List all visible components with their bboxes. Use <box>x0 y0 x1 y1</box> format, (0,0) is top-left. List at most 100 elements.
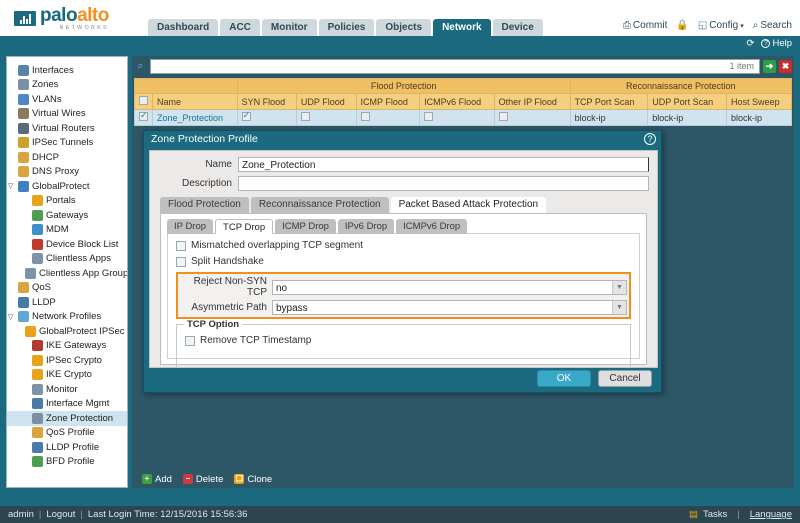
help-label: Help <box>772 38 792 49</box>
checkbox-mismatched-overlapping-tcp-segment[interactable] <box>176 240 186 251</box>
sidebar-item-ike-gateways[interactable]: IKE Gateways <box>7 339 127 354</box>
sidebar-item-virtual-routers[interactable]: Virtual Routers <box>7 121 127 136</box>
sidebar-item-monitor[interactable]: Monitor <box>7 382 127 397</box>
group-header: Flood Protection <box>236 78 571 94</box>
syn-flood-cell[interactable] <box>236 109 297 126</box>
language-link[interactable]: Language <box>750 509 792 520</box>
sidebar-item-interfaces[interactable]: Interfaces <box>7 63 127 78</box>
sidebar-item-portals[interactable]: Portals <box>7 194 127 209</box>
description-input[interactable] <box>238 176 649 191</box>
select-all-checkbox[interactable] <box>139 96 148 105</box>
dialog-subtab-ipv6-drop[interactable]: IPv6 Drop <box>337 219 395 234</box>
dialog-subtab-tcp-drop[interactable]: TCP Drop <box>215 219 274 234</box>
cancel-button[interactable]: Cancel <box>598 370 652 387</box>
select-all-header[interactable] <box>134 93 153 110</box>
icmpv6-flood-cell[interactable] <box>419 109 495 126</box>
refresh-button[interactable]: ⟳ <box>746 38 754 49</box>
dialog-tab-packet-based-attack-protection[interactable]: Packet Based Attack Protection <box>390 197 547 213</box>
lock-link[interactable]: 🔒 <box>676 20 688 31</box>
dialog-subtab-ip-drop[interactable]: IP Drop <box>167 219 214 234</box>
clone-button[interactable]: ❏ Clone <box>234 474 272 485</box>
sidebar-item-gateways[interactable]: Gateways <box>7 208 127 223</box>
clientless-app-groups-icon <box>25 267 36 279</box>
commit-link[interactable]: ⎙ Commit <box>623 20 667 31</box>
help-button[interactable]: ? Help <box>761 38 792 49</box>
udp-flood-cell[interactable] <box>295 109 357 126</box>
chevron-down-icon[interactable]: ▼ <box>612 301 626 314</box>
twisty-icon[interactable]: ▽ <box>8 182 15 190</box>
tasks-link[interactable]: Tasks <box>703 509 727 520</box>
icmpv6-flood-checkbox[interactable] <box>424 112 434 121</box>
sidebar-item-clientless-apps[interactable]: Clientless Apps <box>7 252 127 267</box>
sidebar-item-mdm[interactable]: MDM <box>7 223 127 238</box>
checkbox-split-handshake[interactable] <box>176 256 186 267</box>
sidebar-item-lldp-profile[interactable]: LLDP Profile <box>7 440 127 455</box>
main-tab-dashboard[interactable]: Dashboard <box>148 19 219 36</box>
sidebar-nav[interactable]: Interfaces Zones VLANs Virtual Wires Vir… <box>6 56 128 488</box>
other-ip-flood-checkbox[interactable] <box>498 112 508 121</box>
sub-header-bar: ⟳ ? Help <box>0 36 800 53</box>
twisty-icon[interactable]: ▽ <box>8 313 15 321</box>
icmp-flood-cell[interactable] <box>355 109 421 126</box>
sidebar-item-virtual-wires[interactable]: Virtual Wires <box>7 107 127 122</box>
sidebar-item-zones[interactable]: Zones <box>7 78 127 93</box>
clear-filter-button[interactable]: ✖ <box>779 60 792 73</box>
row-checkbox[interactable] <box>139 110 148 121</box>
sidebar-item-vlans[interactable]: VLANs <box>7 92 127 107</box>
sidebar-item-ipsec-crypto[interactable]: IPSec Crypto <box>7 353 127 368</box>
config-link[interactable]: ◱ Config ▾ <box>698 20 744 31</box>
other-ip-flood-cell[interactable] <box>493 109 571 126</box>
apply-filter-button[interactable]: ➜ <box>763 60 776 73</box>
sidebar-item-bfd-profile[interactable]: BFD Profile <box>7 455 127 470</box>
search-link[interactable]: ⌕ Search <box>753 20 792 31</box>
sidebar-item-globalprotect-ipsec-crypto[interactable]: GlobalProtect IPSec Crypto <box>7 324 127 339</box>
checkbox-label: Mismatched overlapping TCP segment <box>191 240 363 251</box>
select-reject-non-syn-tcp[interactable]: no ▼ <box>272 279 627 295</box>
sidebar-item-qos-profile[interactable]: QoS Profile <box>7 426 127 441</box>
sidebar-item-network-profiles[interactable]: ▽ Network Profiles <box>7 310 127 325</box>
main-tab-network[interactable]: Network <box>433 19 491 36</box>
main-tab-acc[interactable]: ACC <box>220 19 260 36</box>
sidebar-item-clientless-app-groups[interactable]: Clientless App Groups <box>7 266 127 281</box>
main-tab-monitor[interactable]: Monitor <box>261 19 317 36</box>
delete-button[interactable]: − Delete <box>182 474 223 485</box>
ok-button[interactable]: OK <box>537 370 591 387</box>
checkbox-remove-tcp-timestamp[interactable] <box>185 335 195 346</box>
search-input[interactable]: 1 item <box>150 59 760 74</box>
profile-link[interactable]: Zone_Protection <box>157 113 223 123</box>
dialog-tab-flood-protection[interactable]: Flood Protection <box>160 197 249 213</box>
table-column-header-row: Name SYN Flood UDP Flood ICMP Flood ICMPv6 F… <box>134 93 792 110</box>
sidebar-item-ipsec-tunnels[interactable]: IPSec Tunnels <box>7 136 127 151</box>
table-row[interactable]: Zone_Protection block-ip block-ip block-… <box>134 109 792 126</box>
sidebar-item-dns-proxy[interactable]: DNS Proxy <box>7 165 127 180</box>
dialog-subtab-icmpv6-drop[interactable]: ICMPv6 Drop <box>396 219 468 234</box>
sidebar-item-lldp[interactable]: LLDP <box>7 295 127 310</box>
udp-flood-checkbox[interactable] <box>300 112 310 121</box>
syn-flood-checkbox[interactable] <box>241 110 251 121</box>
checkbox-row: Remove TCP Timestamp <box>185 335 622 346</box>
column-header: Host Sweep <box>726 93 792 110</box>
sidebar-item-device-block-list[interactable]: Device Block List <box>7 237 127 252</box>
sidebar-item-interface-mgmt[interactable]: Interface Mgmt <box>7 397 127 412</box>
row-name-cell[interactable]: Zone_Protection <box>152 109 238 126</box>
sidebar-item-globalprotect[interactable]: ▽ GlobalProtect <box>7 179 127 194</box>
sidebar-item-qos[interactable]: QoS <box>7 281 127 296</box>
row-select-cell[interactable] <box>134 109 153 126</box>
add-button[interactable]: + Add <box>142 474 172 485</box>
dialog-tab-reconnaissance-protection[interactable]: Reconnaissance Protection <box>250 197 389 213</box>
commit-icon: ⎙ <box>622 20 631 31</box>
dialog-help-icon[interactable]: ? <box>644 133 656 145</box>
sidebar-item-zone-protection[interactable]: Zone Protection <box>7 411 127 426</box>
select-asymmetric-path[interactable]: bypass ▼ <box>272 300 627 315</box>
main-tab-policies[interactable]: Policies <box>318 19 375 36</box>
sidebar-item-label: LLDP Profile <box>46 441 100 453</box>
main-tab-device[interactable]: Device <box>492 19 543 36</box>
name-input[interactable]: Zone_Protection <box>238 157 649 172</box>
logout-link[interactable]: Logout <box>46 509 75 520</box>
main-tab-objects[interactable]: Objects <box>376 19 432 36</box>
icmp-flood-checkbox[interactable] <box>360 112 370 121</box>
sidebar-item-dhcp[interactable]: DHCP <box>7 150 127 165</box>
sidebar-item-ike-crypto[interactable]: IKE Crypto <box>7 368 127 383</box>
chevron-down-icon[interactable]: ▼ <box>612 280 626 294</box>
dialog-subtab-icmp-drop[interactable]: ICMP Drop <box>275 219 336 234</box>
